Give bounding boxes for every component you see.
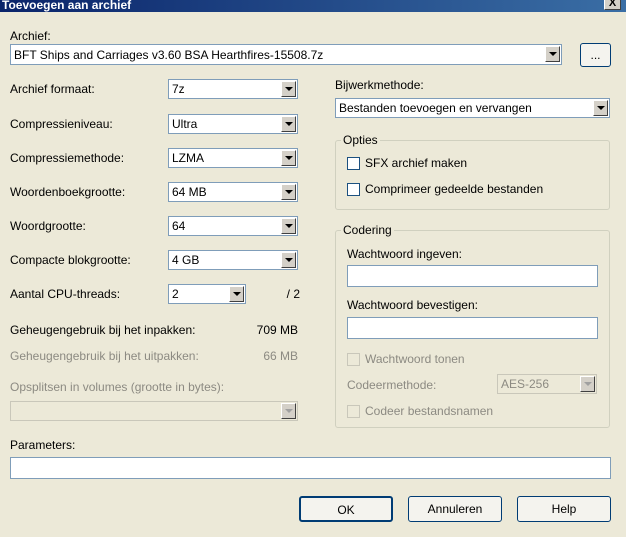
mem-unpack-value: 66 MB xyxy=(263,349,298,363)
solid-label: Compacte blokgrootte: xyxy=(10,253,131,267)
chevron-down-icon[interactable] xyxy=(281,116,296,132)
mem-pack-value: 709 MB xyxy=(256,323,298,337)
show-password-label: Wachtwoord tonen xyxy=(365,352,465,366)
encrypt-names-label: Codeer bestandsnamen xyxy=(365,404,494,418)
archive-path-value: BFT Ships and Carriages v3.60 BSA Hearth… xyxy=(14,48,324,62)
chevron-down-icon[interactable] xyxy=(281,218,296,234)
encryption-title: Codering xyxy=(341,223,394,237)
password-confirm-input[interactable] xyxy=(347,317,598,339)
split-combo[interactable] xyxy=(10,401,298,421)
options-title: Opties xyxy=(341,133,380,147)
enc-method-label: Codeermethode: xyxy=(347,378,437,392)
chevron-down-icon[interactable] xyxy=(281,252,296,268)
enc-method-value: AES-256 xyxy=(501,377,550,391)
dict-combo[interactable]: 64 MB xyxy=(168,182,298,202)
level-value: Ultra xyxy=(172,117,198,131)
mem-pack-label: Geheugengebruik bij het inpakken: xyxy=(10,323,196,337)
chevron-down-icon[interactable] xyxy=(281,184,296,200)
password-label: Wachtwoord ingeven: xyxy=(347,247,462,261)
password-confirm-label: Wachtwoord bevestigen: xyxy=(347,298,478,312)
enc-method-combo[interactable]: AES-256 xyxy=(497,374,597,394)
split-label: Opsplitsen in volumes (grootte in bytes)… xyxy=(10,380,225,394)
chevron-down-icon[interactable] xyxy=(580,376,595,392)
method-combo[interactable]: LZMA xyxy=(168,148,298,168)
parameters-label: Parameters: xyxy=(10,438,76,452)
word-combo[interactable]: 64 xyxy=(168,216,298,236)
format-label: Archief formaat: xyxy=(10,82,95,96)
cpu-value: 2 xyxy=(172,287,179,301)
solid-value: 4 GB xyxy=(172,253,200,267)
ok-button[interactable]: OK xyxy=(299,496,393,522)
sfx-checkbox[interactable] xyxy=(347,157,360,170)
chevron-down-icon[interactable] xyxy=(281,81,296,97)
method-label: Compressiemethode: xyxy=(10,151,125,165)
dict-label: Woordenboekgrootte: xyxy=(10,185,126,199)
window-title: Toevoegen aan archief xyxy=(2,0,132,12)
cancel-button[interactable]: Annuleren xyxy=(408,496,502,522)
level-label: Compressieniveau: xyxy=(10,117,113,131)
format-value: 7z xyxy=(172,82,185,96)
parameters-input[interactable] xyxy=(10,457,611,479)
update-combo[interactable]: Bestanden toevoegen en vervangen xyxy=(335,98,610,118)
help-button[interactable]: Help xyxy=(517,496,611,522)
update-value: Bestanden toevoegen en vervangen xyxy=(339,101,532,115)
chevron-down-icon[interactable] xyxy=(281,403,296,419)
update-label: Bijwerkmethode: xyxy=(335,78,424,92)
level-combo[interactable]: Ultra xyxy=(168,114,298,134)
archive-path-combo[interactable]: BFT Ships and Carriages v3.60 BSA Hearth… xyxy=(10,44,562,65)
method-value: LZMA xyxy=(172,151,205,165)
mem-unpack-label: Geheugengebruik bij het uitpakken: xyxy=(10,349,199,363)
browse-button[interactable]: ... xyxy=(580,43,611,67)
cpu-combo[interactable]: 2 xyxy=(168,284,246,304)
chevron-down-icon[interactable] xyxy=(593,100,608,116)
close-button[interactable]: X xyxy=(604,0,621,10)
dict-value: 64 MB xyxy=(172,185,207,199)
format-combo[interactable]: 7z xyxy=(168,79,298,99)
chevron-down-icon[interactable] xyxy=(281,150,296,166)
cpu-total: / 2 xyxy=(286,287,300,301)
cpu-label: Aantal CPU-threads: xyxy=(10,287,121,301)
sfx-label: SFX archief maken xyxy=(365,156,468,170)
solid-combo[interactable]: 4 GB xyxy=(168,250,298,270)
word-label: Woordgrootte: xyxy=(10,219,86,233)
chevron-down-icon[interactable] xyxy=(229,286,244,302)
archive-label: Archief: xyxy=(10,29,51,43)
chevron-down-icon[interactable] xyxy=(545,46,560,62)
encrypt-names-checkbox[interactable] xyxy=(347,405,360,418)
shared-files-label: Comprimeer gedeelde bestanden xyxy=(365,182,544,196)
password-input[interactable] xyxy=(347,265,598,287)
shared-files-checkbox[interactable] xyxy=(347,183,360,196)
show-password-checkbox[interactable] xyxy=(347,353,360,366)
word-value: 64 xyxy=(172,219,186,233)
options-group xyxy=(335,140,610,210)
